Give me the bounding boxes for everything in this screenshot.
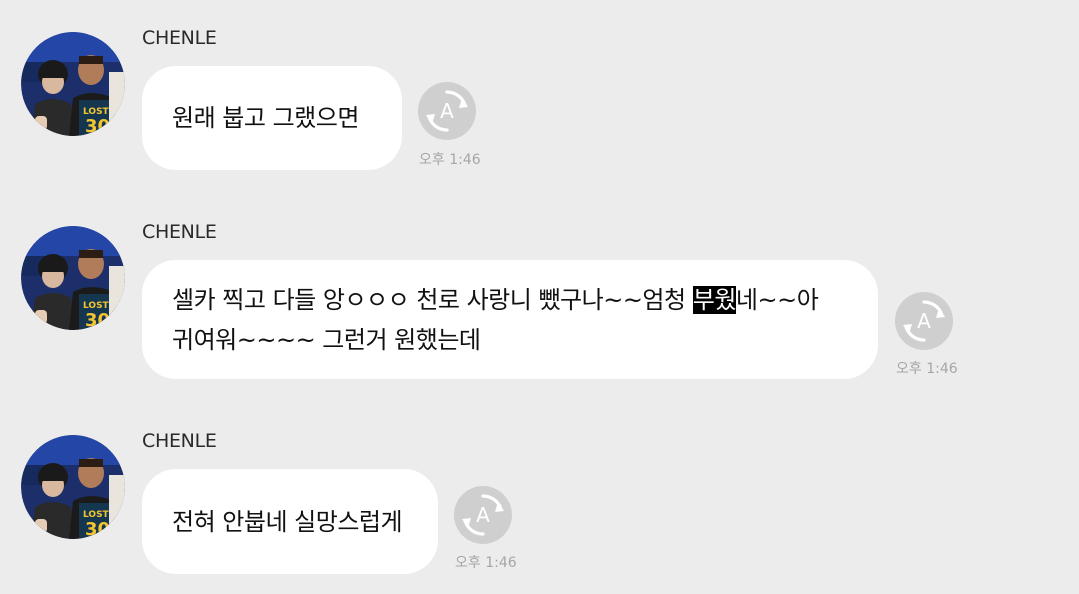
avatar[interactable] (21, 435, 125, 539)
sender-name: CHENLE (142, 430, 217, 452)
sender-name: CHENLE (142, 27, 217, 49)
message-text-segment: 네~~아 (735, 285, 819, 314)
message-time: 오후 1:46 (896, 361, 958, 377)
avatar[interactable] (21, 32, 125, 136)
translate-icon (901, 300, 947, 342)
avatar[interactable] (21, 226, 125, 330)
message-time: 오후 1:46 (419, 152, 481, 168)
message-text-segment: 셀카 찍고 다들 앙ㅇㅇㅇ 천로 사랑니 뺐구나~~엄청 (172, 285, 693, 314)
translate-button[interactable] (895, 292, 953, 350)
translate-icon (460, 494, 506, 536)
translate-icon (424, 90, 470, 132)
message-text-line: 셀카 찍고 다들 앙ㅇㅇㅇ 천로 사랑니 뺐구나~~엄청 부웠네~~아 (172, 280, 848, 320)
message-time: 오후 1:46 (455, 555, 517, 571)
sender-name: CHENLE (142, 221, 217, 243)
translate-button[interactable] (418, 82, 476, 140)
message-text: 전혀 안붑네 실망스럽게 (172, 507, 403, 536)
highlighted-text[interactable]: 부웠 (692, 285, 736, 314)
message-item: CHENLE 원래 붑고 그랬으면 오후 1:46 (0, 0, 1079, 190)
message-bubble[interactable]: 전혀 안붑네 실망스럽게 (142, 469, 438, 574)
message-text: 원래 붑고 그랬으면 (172, 104, 359, 132)
translate-button[interactable] (454, 486, 512, 544)
message-bubble[interactable]: 원래 붑고 그랬으면 (142, 66, 402, 170)
message-text-line: 귀여워~~~~ 그런거 원했는데 (172, 325, 481, 354)
message-bubble[interactable]: 셀카 찍고 다들 앙ㅇㅇㅇ 천로 사랑니 뺐구나~~엄청 부웠네~~아 귀여워~… (142, 260, 878, 379)
